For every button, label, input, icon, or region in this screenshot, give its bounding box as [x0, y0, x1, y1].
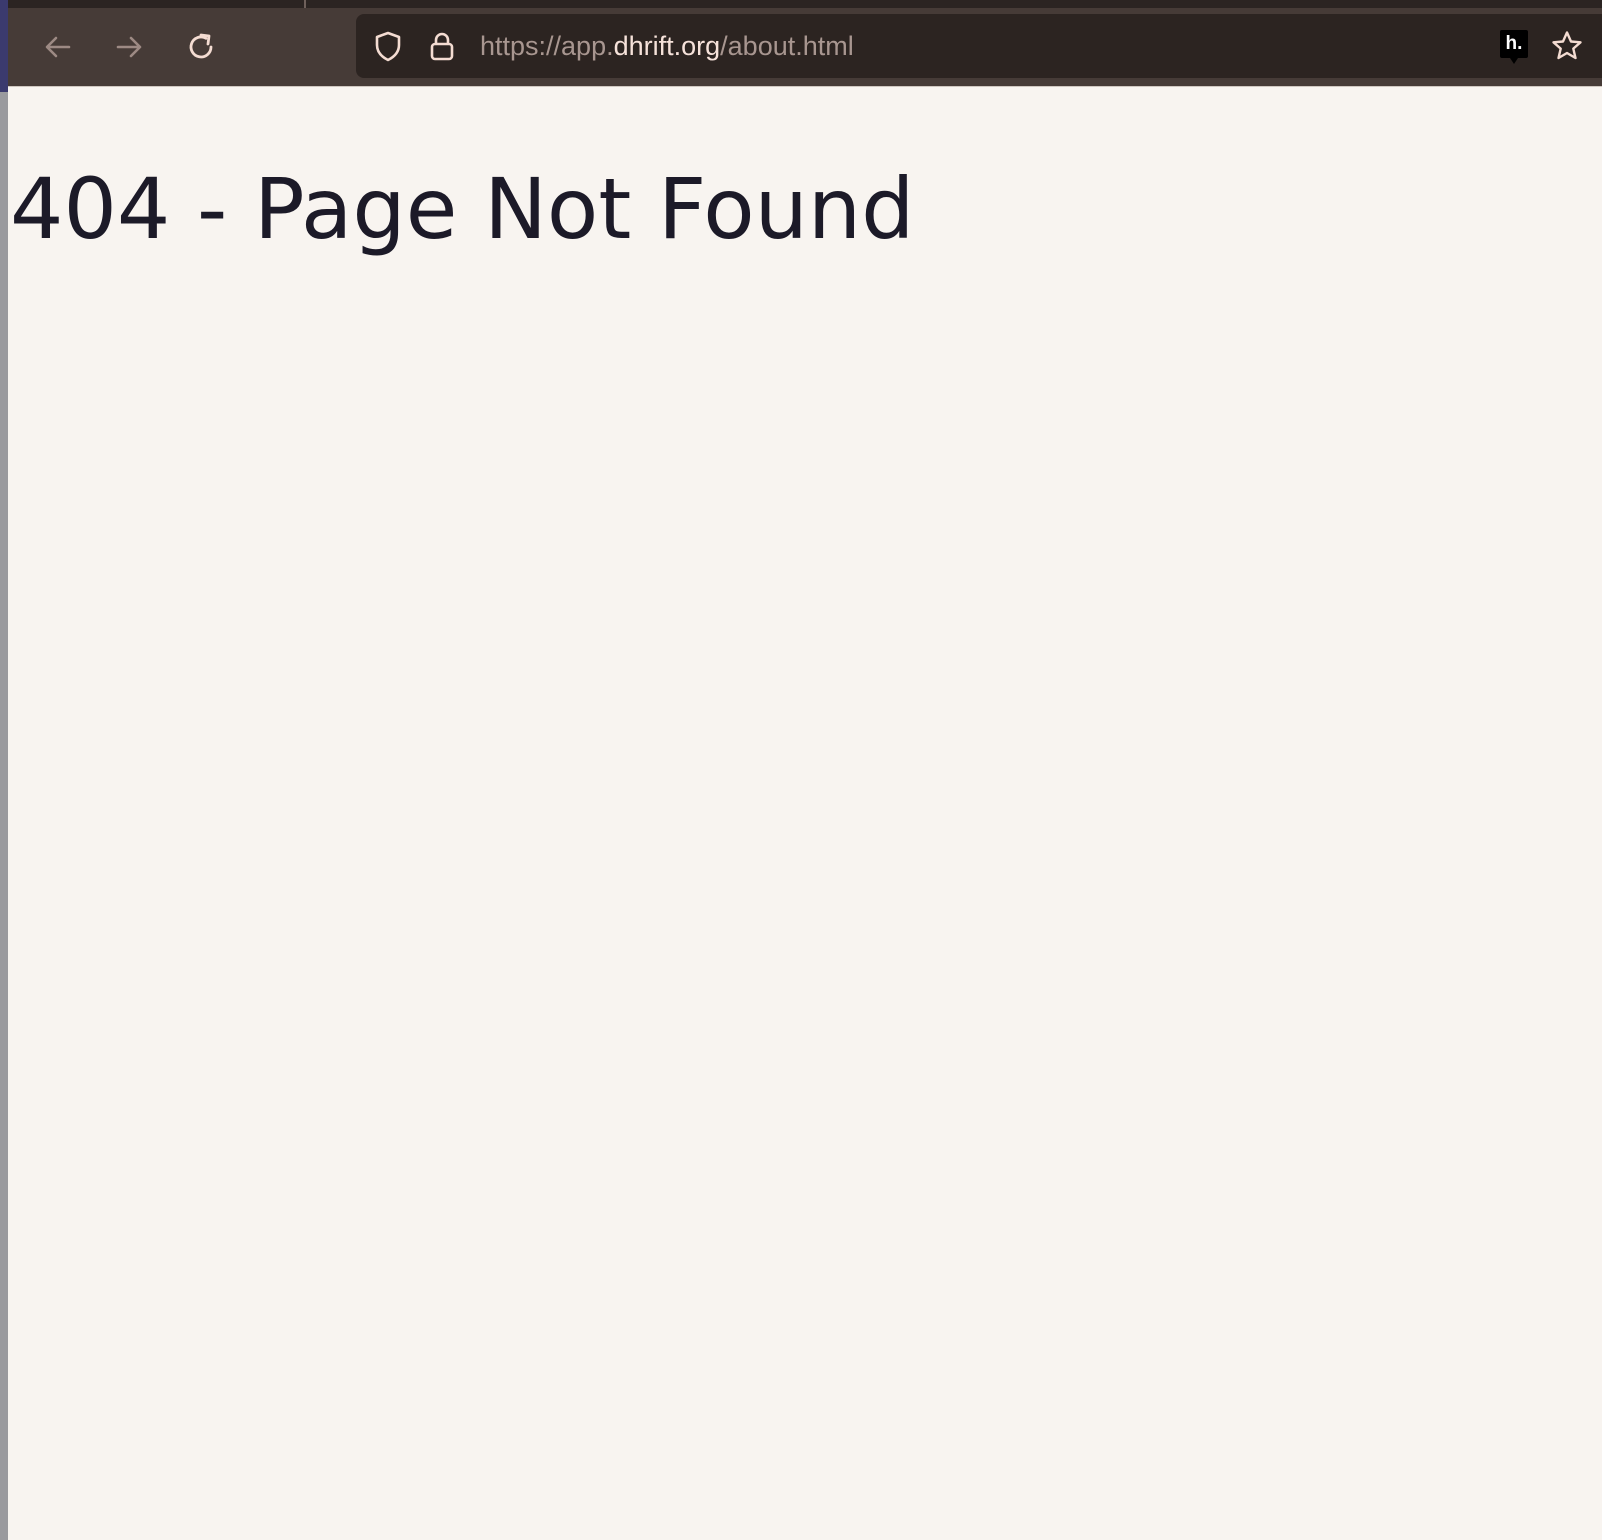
hypothesis-extension-icon[interactable]: h. [1500, 30, 1528, 64]
window-left-edge [0, 0, 8, 1540]
reload-button[interactable] [180, 26, 222, 68]
tab-strip [8, 0, 1602, 8]
page-viewport: 404 - Page Not Found [8, 87, 1602, 1540]
arrow-right-icon [116, 36, 142, 58]
tab-divider [304, 0, 306, 8]
arrow-left-icon [45, 36, 71, 58]
url-path: /about.html [720, 31, 854, 61]
shield-icon[interactable] [370, 28, 406, 64]
url-domain: dhrift.org [613, 31, 721, 61]
window-edge-accent [0, 0, 8, 92]
forward-button[interactable] [108, 26, 150, 68]
star-icon [1552, 31, 1582, 60]
reload-icon [189, 33, 213, 59]
lock-icon[interactable] [424, 28, 460, 64]
page-title: 404 - Page Not Found [10, 160, 915, 258]
url-prefix: https://app. [480, 31, 614, 61]
address-bar[interactable]: https://app.dhrift.org/about.html h. [356, 14, 1602, 78]
bookmark-button[interactable] [1546, 26, 1588, 66]
back-button[interactable] [37, 26, 79, 68]
url-text[interactable]: https://app.dhrift.org/about.html [480, 14, 854, 78]
